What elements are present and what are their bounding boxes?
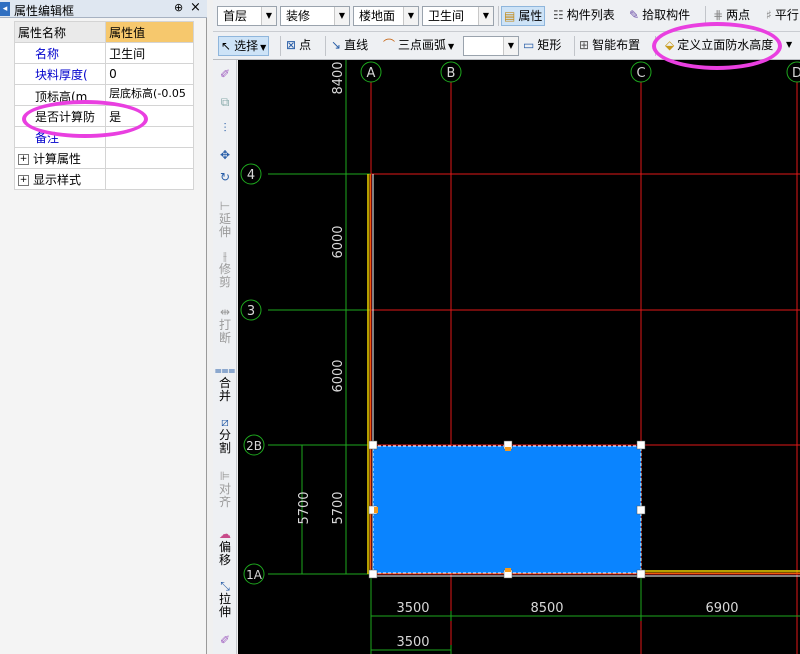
point-button[interactable]: ⊠ 点	[286, 36, 311, 56]
prop-group-label: 计算属性	[33, 151, 82, 166]
axis-label-3: 3	[247, 304, 255, 319]
category-select-value: 装修	[286, 9, 311, 23]
close-icon[interactable]: ×	[190, 0, 201, 15]
table-row[interactable]: + 显示样式	[13, 168, 194, 190]
axis-label-4: 4	[247, 168, 255, 183]
smart-layout-icon: ⊞	[579, 38, 590, 52]
component-type-select[interactable]: 楼地面 ▼	[353, 6, 419, 26]
axis-label-A: A	[367, 66, 376, 81]
dim-text-8400: 8400	[331, 61, 346, 94]
cursor-icon: ↖	[221, 39, 232, 53]
drawing-canvas[interactable]: A B C D 4 3 2B 1A 8400 6000 6000 5700 57…	[238, 60, 800, 654]
mirror-icon[interactable]: ⫶	[214, 122, 236, 135]
eyedropper-icon: ✎	[629, 8, 640, 22]
dim-text-8500: 8500	[530, 601, 563, 616]
chevron-down-icon[interactable]: ▼	[786, 36, 792, 56]
property-panel-titlebar: ◂ 属性编辑框 ⊕ ×	[0, 0, 207, 18]
highlight-ellipse	[22, 100, 148, 138]
component-select[interactable]: 卫生间 ▼	[422, 6, 494, 26]
point-icon: ⊠	[286, 38, 297, 52]
chevron-down-icon: ▼	[260, 43, 267, 52]
pen-icon[interactable]: ✐	[214, 634, 236, 647]
chevron-down-icon[interactable]: ▼	[261, 7, 276, 25]
copy-icon[interactable]: ⧉	[214, 96, 236, 109]
divider	[498, 6, 499, 26]
divider	[574, 36, 575, 56]
component-type-value: 楼地面	[359, 9, 396, 23]
chevron-down-icon[interactable]: ▼	[478, 7, 493, 25]
dim-text-6000-upper: 6000	[331, 225, 346, 258]
prop-value	[105, 168, 194, 190]
floor-select-value: 首层	[223, 9, 248, 23]
parallel-button[interactable]: ♯ 平行	[766, 6, 799, 26]
divider	[325, 36, 326, 56]
prop-name: 块料厚度(	[13, 63, 107, 85]
line-icon: ↘	[331, 38, 342, 52]
rectangle-icon: ▭	[523, 38, 535, 52]
modify-toolbar: ✐ ⧉ ⫶ ✥ ↻ ⊢ 延伸 ⫲ 修剪 ⇹ 打断 ⩶ 合并 ⧄ 分割 ⊫ 对齐 …	[213, 60, 237, 654]
rotate-icon[interactable]: ↻	[214, 171, 236, 184]
drawing-svg[interactable]: A B C D 4 3 2B 1A 8400 6000 6000 5700 57…	[238, 60, 800, 654]
dim-text-5700-inner: 5700	[331, 491, 346, 524]
brush-icon[interactable]: ✐	[214, 68, 236, 81]
highlight-ellipse	[652, 22, 782, 70]
extend-button[interactable]: ⊢ 延伸	[214, 200, 236, 239]
table-row[interactable]: + 计算属性	[13, 147, 194, 169]
chevron-down-icon[interactable]: ▼	[503, 37, 518, 55]
chevron-down-icon[interactable]: ▼	[403, 7, 418, 25]
axis-label-1A: 1A	[246, 568, 263, 582]
arc-button[interactable]: ⌒ 三点画弧 ▼	[383, 36, 454, 56]
room-bathroom[interactable]	[372, 445, 642, 574]
dim-text-6000-lower: 6000	[331, 359, 346, 392]
prop-value	[105, 147, 194, 169]
properties-icon: ▤	[504, 9, 516, 23]
offset-button[interactable]: ☁ 偏移	[214, 528, 236, 567]
header-name-col: 属性名称	[13, 21, 107, 43]
pick-component-button[interactable]: ✎ 拾取构件	[629, 6, 690, 26]
dim-text-3500: 3500	[396, 601, 429, 616]
divider	[280, 36, 281, 56]
merge-button[interactable]: ⩶ 合并	[214, 364, 236, 403]
prop-name: 名称	[13, 42, 107, 64]
axis-label-B: B	[447, 66, 456, 81]
component-list-button[interactable]: ☷ 构件列表	[553, 6, 615, 26]
axis-label-D: D	[792, 66, 800, 81]
pin-icon[interactable]: ⊕	[174, 1, 183, 14]
dim-text-5700-outer: 5700	[297, 491, 312, 524]
prop-group-label: 显示样式	[33, 172, 82, 187]
axis-label-2B: 2B	[246, 439, 262, 453]
table-row[interactable]: 名称 卫生间	[13, 42, 194, 64]
axis-label-C: C	[636, 66, 645, 81]
floor-select[interactable]: 首层 ▼	[217, 6, 277, 26]
trim-button[interactable]: ⫲ 修剪	[214, 250, 236, 289]
move-icon[interactable]: ✥	[214, 149, 236, 162]
dim-text-3500-second: 3500	[396, 635, 429, 650]
line-button[interactable]: ↘ 直线	[331, 36, 368, 56]
break-button[interactable]: ⇹ 打断	[214, 306, 236, 345]
chevron-down-icon: ▼	[448, 42, 455, 51]
prop-value[interactable]: 0	[105, 63, 194, 85]
category-select[interactable]: 装修 ▼	[280, 6, 350, 26]
property-panel-title: 属性编辑框	[14, 4, 75, 18]
select-button[interactable]: ↖ 选择 ▼	[218, 36, 270, 56]
component-select-value: 卫生间	[428, 9, 465, 23]
panel-icon: ◂	[0, 2, 10, 16]
parallel-icon: ♯	[766, 8, 772, 22]
split-button[interactable]: ⧄ 分割	[214, 416, 236, 455]
list-icon: ☷	[553, 8, 564, 22]
smart-layout-button[interactable]: ⊞ 智能布置	[579, 36, 640, 56]
header-value-col: 属性值	[105, 21, 194, 43]
chevron-down-icon[interactable]: ▼	[334, 7, 349, 25]
align-button[interactable]: ⊫ 对齐	[214, 470, 236, 509]
prop-value[interactable]: 卫生间	[105, 42, 194, 64]
properties-button[interactable]: ▤ 属性	[501, 6, 546, 26]
dim-text-6900: 6900	[705, 601, 738, 616]
expand-icon[interactable]: +	[18, 153, 29, 165]
arc-options-select[interactable]: ▼	[463, 36, 519, 56]
stretch-button[interactable]: ⤡ 拉伸	[214, 580, 236, 619]
expand-icon[interactable]: +	[18, 174, 29, 186]
rectangle-button[interactable]: ▭ 矩形	[523, 36, 561, 56]
arc-icon: ⌒	[383, 38, 396, 52]
table-row[interactable]: 块料厚度( 0	[13, 63, 194, 85]
